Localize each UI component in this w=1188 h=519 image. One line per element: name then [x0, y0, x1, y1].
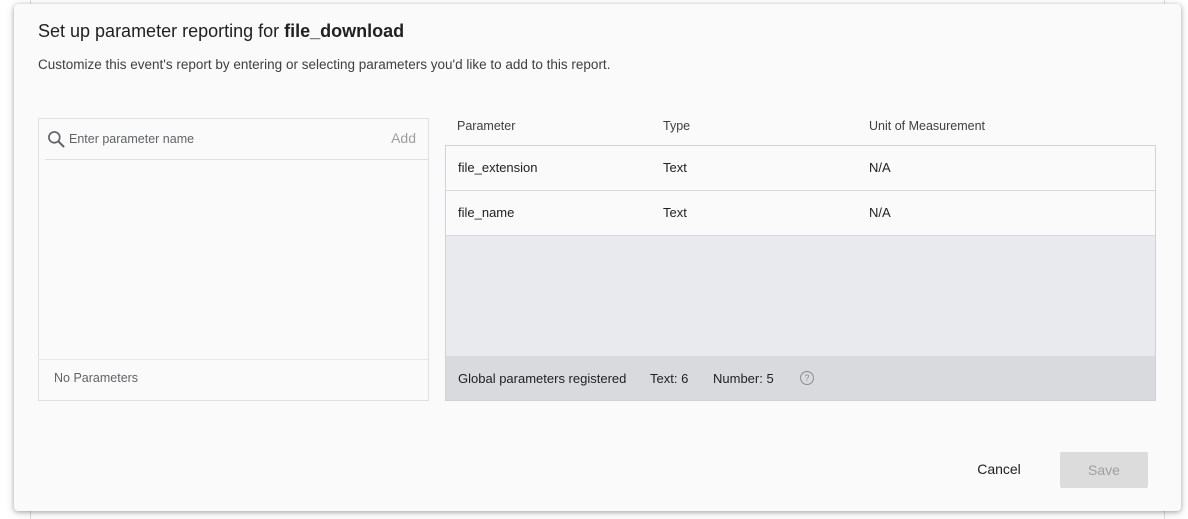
table-row[interactable]: file_name Text N/A — [446, 191, 1155, 236]
column-header-type: Type — [663, 119, 691, 133]
row-parameter-unit: N/A — [869, 205, 891, 220]
column-header-parameter: Parameter — [457, 119, 516, 133]
empty-divider — [39, 359, 428, 360]
parameter-reporting-dialog: Set up parameter reporting for file_down… — [14, 4, 1181, 511]
search-icon — [48, 131, 65, 148]
row-parameter-unit: N/A — [869, 160, 891, 175]
global-parameters-footer: Global parameters registered Text: 6 Num… — [446, 356, 1155, 400]
add-parameter-button[interactable]: Add — [391, 130, 416, 146]
dialog-title: Set up parameter reporting for file_down… — [38, 21, 404, 42]
no-parameters-text: No Parameters — [54, 371, 139, 385]
row-parameter-type: Text — [663, 205, 687, 220]
dialog-title-event: file_download — [284, 21, 405, 41]
parameters-table: file_extension Text N/A file_name Text N… — [445, 145, 1156, 401]
save-button[interactable]: Save — [1060, 452, 1148, 488]
row-parameter-type: Text — [663, 160, 687, 175]
global-parameters-label: Global parameters registered — [458, 371, 627, 386]
parameter-search-input[interactable] — [69, 128, 369, 150]
number-parameter-count: Number: 5 — [713, 371, 774, 386]
search-row: Add — [39, 119, 428, 159]
dialog-title-prefix: Set up parameter reporting for — [38, 21, 285, 41]
text-parameter-count: Text: 6 — [650, 371, 689, 386]
column-header-unit: Unit of Measurement — [869, 119, 986, 133]
cancel-button[interactable]: Cancel — [966, 454, 1032, 484]
row-parameter-name: file_extension — [458, 160, 538, 175]
parameter-search-panel: Add No Parameters — [38, 118, 429, 401]
dialog-subtitle: Customize this event's report by enterin… — [38, 57, 611, 72]
search-underline — [45, 159, 428, 160]
row-parameter-name: file_name — [458, 205, 515, 220]
help-icon[interactable]: ? — [800, 371, 814, 385]
table-row[interactable]: file_extension Text N/A — [446, 146, 1155, 191]
